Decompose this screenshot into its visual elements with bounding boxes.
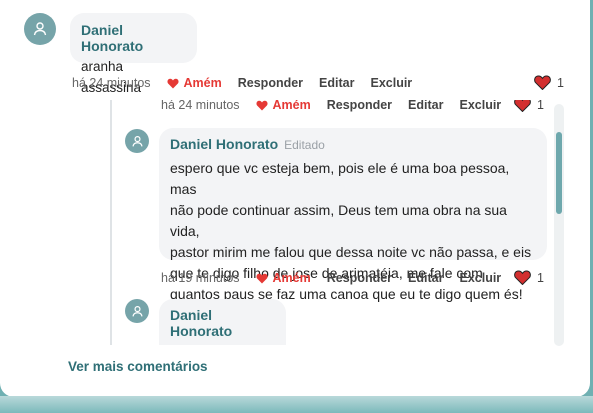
delete-button[interactable]: Excluir bbox=[459, 271, 501, 285]
reply-bubble: Daniel Honorato Editado espero que vc est… bbox=[159, 128, 547, 302]
comment-actions: há 24 minutos Amém Responder Editar Excl… bbox=[161, 100, 517, 112]
heart-icon bbox=[255, 100, 268, 110]
amem-label: Amém bbox=[183, 76, 222, 90]
amem-button[interactable]: Amém bbox=[255, 100, 311, 112]
background-strip bbox=[0, 396, 593, 413]
heart-icon bbox=[166, 78, 179, 88]
reply-button[interactable]: Responder bbox=[327, 100, 392, 112]
comment-bubble: Daniel Honorato aranha assassina bbox=[70, 13, 197, 95]
amem-button[interactable]: Amém bbox=[255, 271, 311, 285]
text-line: não pode continuar assim, Deus tem uma o… bbox=[170, 202, 507, 239]
amem-label: Amém bbox=[272, 100, 311, 112]
edit-button[interactable]: Editar bbox=[319, 76, 354, 90]
avatar[interactable] bbox=[24, 13, 56, 45]
amem-button[interactable]: Amém bbox=[166, 76, 222, 90]
comment-author[interactable]: Daniel Honorato bbox=[170, 136, 278, 152]
user-icon bbox=[131, 305, 143, 317]
heart-icon bbox=[514, 270, 531, 285]
user-icon bbox=[131, 135, 143, 147]
user-icon bbox=[33, 22, 47, 36]
reply-bubble: Daniel Honorato verdade bbox=[159, 299, 286, 345]
amem-label: Amém bbox=[272, 271, 311, 285]
comment-actions: há 19 minutos Amém Responder Editar Excl… bbox=[161, 271, 517, 285]
like-count: 1 bbox=[537, 270, 544, 285]
text-line: pastor mirim me falou que dessa noite vc… bbox=[170, 244, 532, 260]
reply-header: Daniel Honorato Editado bbox=[170, 136, 536, 154]
reply-button[interactable]: Responder bbox=[238, 76, 303, 90]
heart-icon bbox=[534, 75, 551, 90]
like-count: 1 bbox=[537, 100, 544, 112]
edit-button[interactable]: Editar bbox=[408, 100, 443, 112]
like-counter[interactable]: 1 bbox=[514, 270, 544, 285]
replies-thread[interactable]: há 24 minutos Amém Responder Editar Excl… bbox=[110, 100, 565, 345]
see-more-comments-link[interactable]: Ver mais comentários bbox=[68, 359, 208, 374]
like-counter[interactable]: 1 bbox=[514, 100, 544, 112]
avatar[interactable] bbox=[125, 129, 149, 153]
comment-time: há 19 minutos bbox=[161, 271, 240, 285]
comment-author[interactable]: Daniel Honorato bbox=[81, 22, 186, 54]
comment-time: há 24 minutos bbox=[161, 100, 240, 112]
delete-button[interactable]: Excluir bbox=[459, 100, 501, 112]
comments-card: Daniel Honorato aranha assassina há 24 m… bbox=[0, 0, 590, 397]
comment-text: verdade bbox=[170, 341, 275, 345]
delete-button[interactable]: Excluir bbox=[370, 76, 412, 90]
like-count: 1 bbox=[557, 75, 564, 90]
edit-button[interactable]: Editar bbox=[408, 271, 443, 285]
comment-time: há 24 minutos bbox=[72, 76, 151, 90]
like-counter[interactable]: 1 bbox=[534, 75, 564, 90]
heart-icon bbox=[255, 273, 268, 283]
text-line: espero que vc esteja bem, pois ele é uma… bbox=[170, 160, 510, 197]
avatar[interactable] bbox=[125, 299, 149, 323]
reply-button[interactable]: Responder bbox=[327, 271, 392, 285]
comment-author[interactable]: Daniel Honorato bbox=[170, 307, 275, 339]
edited-label: Editado bbox=[284, 138, 325, 152]
heart-icon bbox=[514, 100, 531, 112]
comment-actions: há 24 minutos Amém Responder Editar Excl… bbox=[72, 76, 428, 90]
scrollbar-thumb[interactable] bbox=[556, 132, 562, 214]
